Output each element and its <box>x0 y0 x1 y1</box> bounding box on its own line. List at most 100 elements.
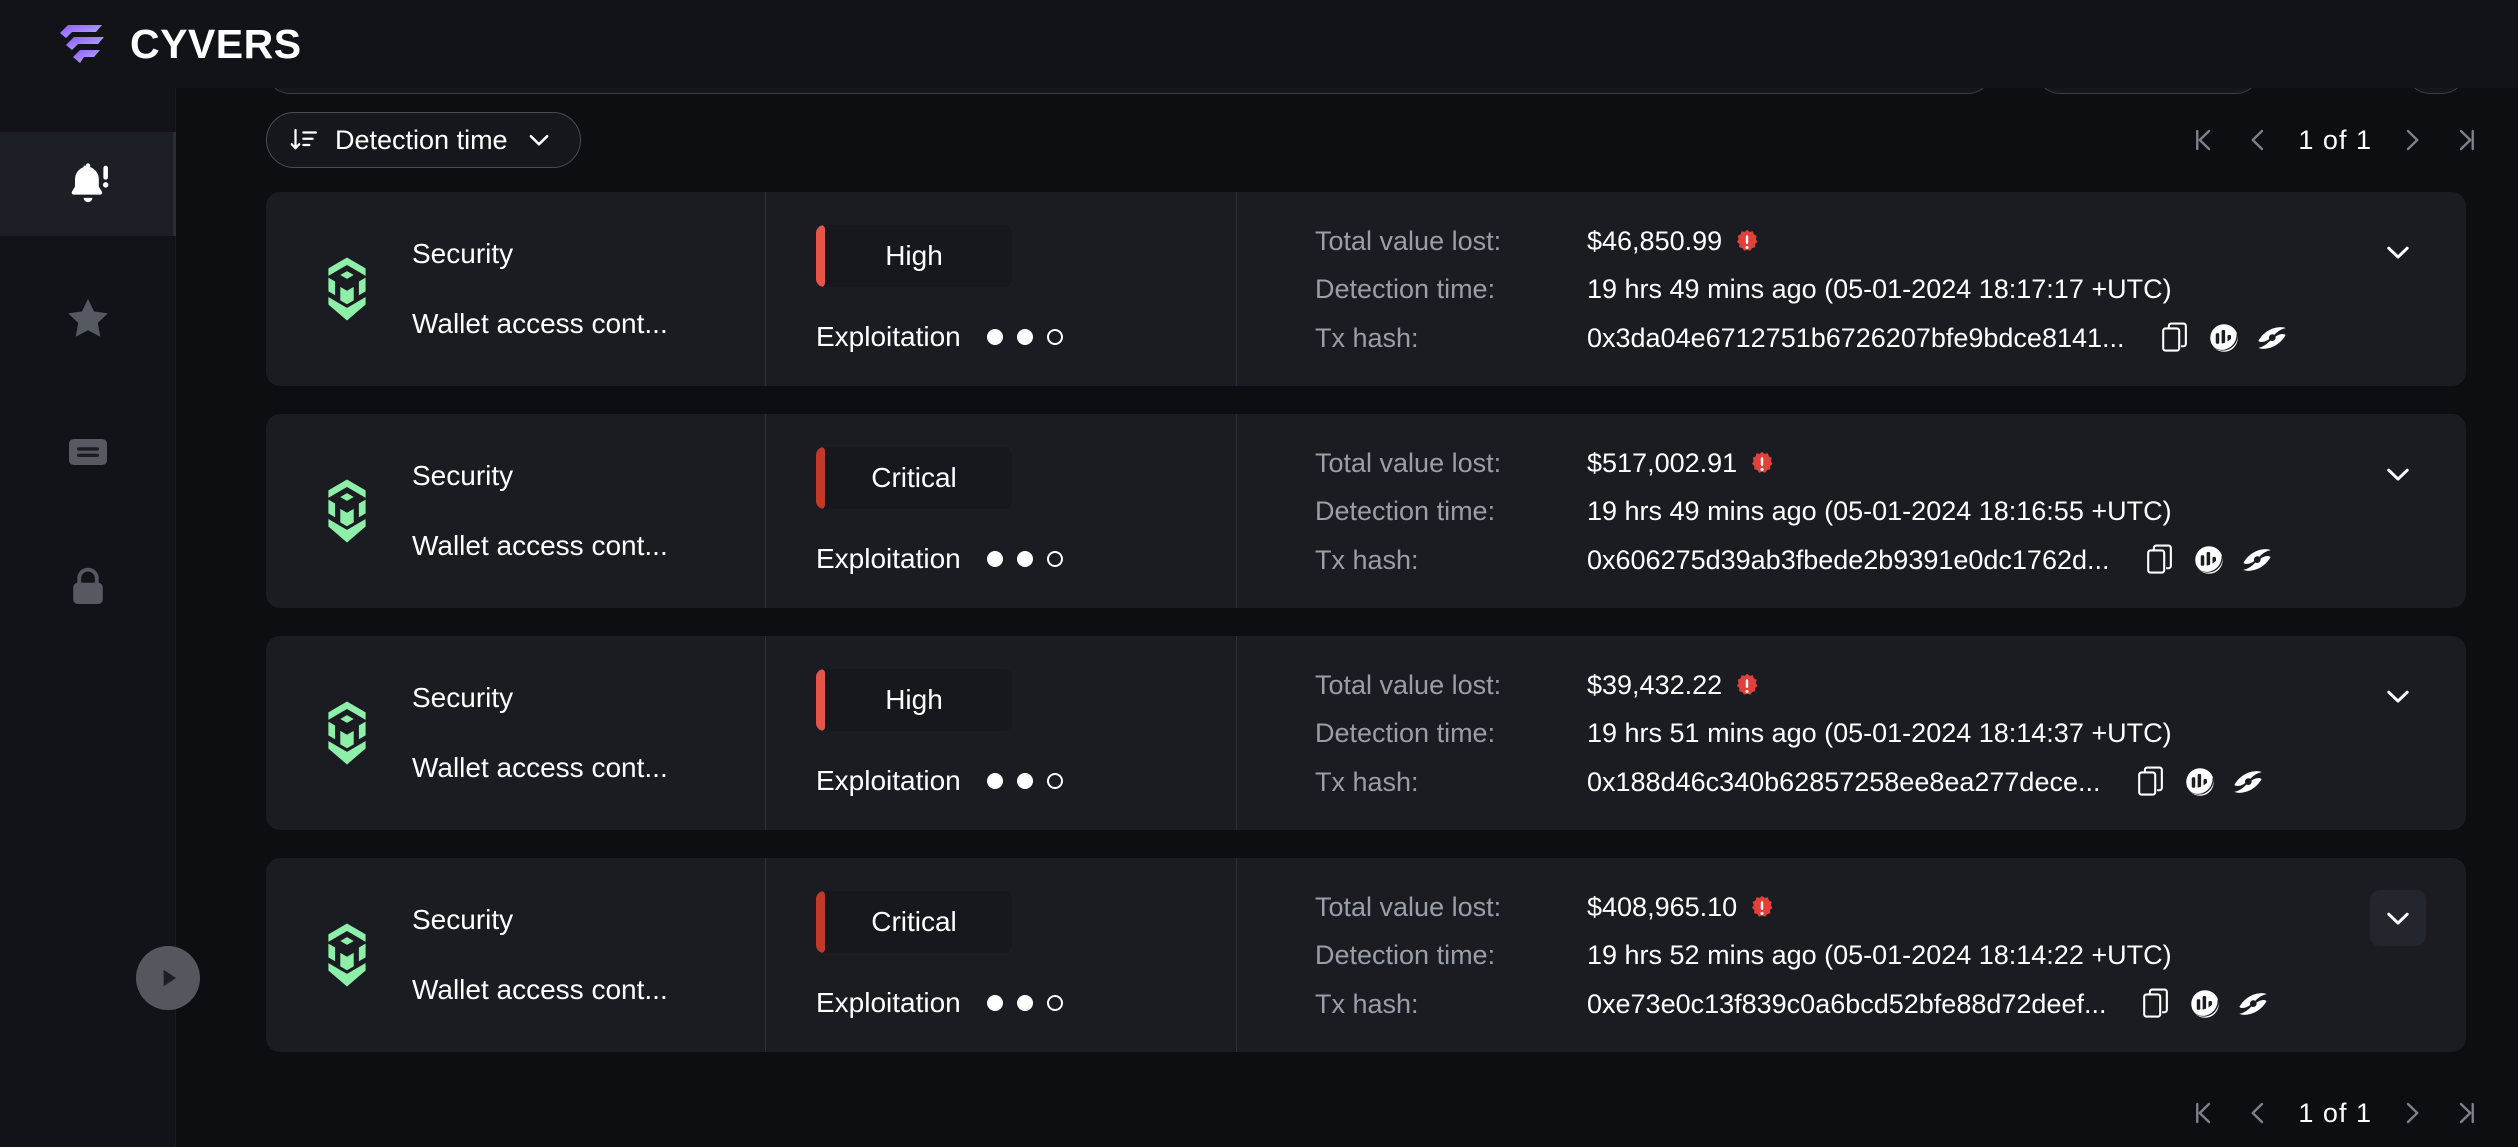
blocksec-phalcon-icon <box>2233 771 2262 793</box>
bell-alert-icon <box>71 163 109 203</box>
pagination-first-button[interactable] <box>2180 116 2228 164</box>
cyvers-logo-icon <box>60 25 104 63</box>
severity-indicator-bar <box>816 891 825 953</box>
pagination-bottom-current: 1 <box>2298 1097 2315 1128</box>
pagination-bottom-first-button[interactable] <box>2180 1089 2228 1137</box>
star-icon <box>68 298 108 337</box>
severity-badge: Critical <box>816 447 1012 509</box>
list-toolbar: Detection time 1 of 1 <box>176 108 2518 182</box>
detection-time-label: Detection time: <box>1315 940 1496 970</box>
alert-chain-column: Security Wallet access cont... <box>266 858 766 1052</box>
alert-chain-column: Security Wallet access cont... <box>266 192 766 386</box>
sidebar-item-access[interactable] <box>0 534 176 638</box>
alert-category: Security <box>412 238 514 269</box>
open-analyzer-button[interactable] <box>2233 766 2263 798</box>
pagination-bottom-last-button[interactable] <box>2442 1089 2490 1137</box>
open-analyzer-button[interactable] <box>2242 544 2272 576</box>
alert-expand-button[interactable] <box>2370 224 2426 280</box>
blocksec-phalcon-icon <box>2239 993 2268 1015</box>
alert-category: Security <box>412 460 514 491</box>
open-explorer-button[interactable] <box>2190 988 2220 1020</box>
bnb-chain-icon <box>328 923 366 987</box>
copy-hash-button[interactable] <box>2161 322 2191 354</box>
open-analyzer-button[interactable] <box>2238 988 2268 1020</box>
copy-hash-button[interactable] <box>2142 988 2172 1020</box>
open-explorer-button[interactable] <box>2209 322 2239 354</box>
chevron-down-icon <box>2387 912 2409 925</box>
alert-card[interactable]: Security Wallet access cont... Critical … <box>266 414 2466 608</box>
page-first-icon <box>2196 1102 2211 1124</box>
severity-badge: High <box>816 669 1012 731</box>
alert-details-column: Total value lost: $517,002.91 Detection … <box>1237 414 2466 608</box>
detection-time-value: 19 hrs 51 mins ago (05-01-2024 18:14:37 … <box>1587 718 2172 748</box>
total-value-lost-label: Total value lost: <box>1315 448 1502 478</box>
attack-stage: Exploitation <box>816 765 1237 797</box>
pagination-bottom-prev-button[interactable] <box>2234 1089 2282 1137</box>
alert-category: Security <box>412 904 514 935</box>
alert-expand-button[interactable] <box>2370 668 2426 724</box>
attack-stage: Exploitation <box>816 321 1237 353</box>
alert-expand-button[interactable] <box>2370 446 2426 502</box>
bnb-chain-icon <box>328 479 366 543</box>
page-next-icon <box>2406 129 2419 151</box>
sidebar-item-alerts[interactable] <box>0 132 176 236</box>
page-prev-icon <box>2251 129 2264 151</box>
stage-dot-3 <box>1046 995 1063 1011</box>
app-root: CYVERS Detection time 1 of 1 Security Wa… <box>0 0 2518 1147</box>
alert-expand-button[interactable] <box>2370 890 2426 946</box>
copy-icon <box>2161 322 2187 352</box>
pagination-prev-button[interactable] <box>2234 116 2282 164</box>
lock-icon <box>73 567 103 604</box>
sidebar-expand-toggle[interactable] <box>136 946 200 1010</box>
pagination-bottom-next-button[interactable] <box>2388 1089 2436 1137</box>
pagination-next-button[interactable] <box>2388 116 2436 164</box>
stage-dot-3 <box>1046 329 1063 345</box>
blocksec-phalcon-icon <box>2257 327 2286 349</box>
sidebar-item-reports[interactable] <box>0 400 176 504</box>
bscscan-explorer-icon <box>2209 324 2238 352</box>
tx-hash-label: Tx hash: <box>1315 544 1419 575</box>
detection-time-label: Detection time: <box>1315 274 1496 304</box>
pagination-last-button[interactable] <box>2442 116 2490 164</box>
open-explorer-button[interactable] <box>2185 766 2215 798</box>
stage-dot-2 <box>1016 551 1033 567</box>
severity-label: High <box>885 684 943 715</box>
play-circle-icon <box>163 969 177 987</box>
tx-hash-value: 0x3da04e6712751b6726207bfe9bdce8141... <box>1587 322 2125 353</box>
bnb-chain-icon <box>328 257 366 321</box>
chevron-down-icon <box>2387 468 2409 481</box>
sidebar-item-favorites[interactable] <box>0 266 176 370</box>
alert-card[interactable]: Security Wallet access cont... High Expl… <box>266 192 2466 386</box>
alert-rule: Wallet access cont... <box>412 974 668 1005</box>
total-value-lost-label: Total value lost: <box>1315 670 1502 700</box>
alert-rule: Wallet access cont... <box>412 530 668 561</box>
total-value-lost-value-wrap: $46,850.99 <box>1587 226 1760 257</box>
bnb-chain-icon <box>328 701 366 765</box>
detection-time-label: Detection time: <box>1315 718 1496 748</box>
severity-indicator-bar <box>816 447 825 509</box>
alert-chain-column: Security Wallet access cont... <box>266 414 766 608</box>
copy-hash-button[interactable] <box>2146 544 2176 576</box>
alert-card[interactable]: Security Wallet access cont... High Expl… <box>266 636 2466 830</box>
tx-hash-label: Tx hash: <box>1315 322 1419 353</box>
total-value-lost-value: $517,002.91 <box>1587 448 1738 478</box>
open-analyzer-button[interactable] <box>2257 322 2287 354</box>
total-value-lost-value: $408,965.10 <box>1587 892 1738 922</box>
tx-hash-value: 0x606275d39ab3fbede2b9391e0dc1762d... <box>1587 544 2110 575</box>
alert-details-column: Total value lost: $39,432.22 Detection t… <box>1237 636 2466 830</box>
attack-stage-label: Exploitation <box>816 543 961 574</box>
pagination-current: 1 <box>2298 124 2315 155</box>
detail-row-tx-hash: Tx hash: 0x188d46c340b62857258ee8ea277de… <box>1315 766 2466 814</box>
open-explorer-button[interactable] <box>2194 544 2224 576</box>
severity-indicator-bar <box>816 225 825 287</box>
page-last-icon <box>2459 1102 2474 1124</box>
severity-label: Critical <box>871 906 957 937</box>
alert-card[interactable]: Security Wallet access cont... Critical … <box>266 858 2466 1052</box>
attack-stage-label: Exploitation <box>816 987 961 1018</box>
brand-logo[interactable]: CYVERS <box>56 23 302 65</box>
alert-details-column: Total value lost: $46,850.99 Detection t… <box>1237 192 2466 386</box>
attack-stage-progress <box>986 551 1063 567</box>
attack-stage-progress <box>986 329 1063 345</box>
copy-hash-button[interactable] <box>2137 766 2167 798</box>
sort-dropdown[interactable]: Detection time <box>266 112 581 168</box>
